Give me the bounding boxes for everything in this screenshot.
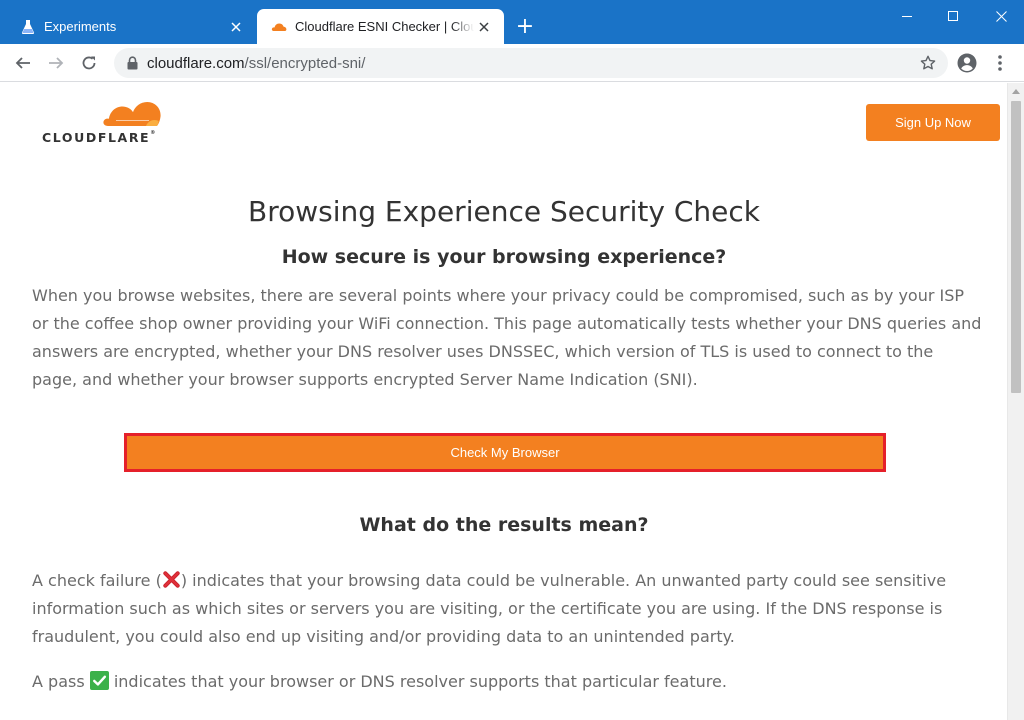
address-bar[interactable]: cloudflare.com/ssl/encrypted-sni/ <box>114 48 948 78</box>
forward-arrow-icon <box>49 57 64 69</box>
url-host: cloudflare.com <box>147 54 245 72</box>
close-window-button[interactable] <box>978 0 1024 32</box>
minimize-icon <box>902 16 912 17</box>
back-button[interactable] <box>9 49 37 77</box>
url-text: cloudflare.com/ssl/encrypted-sni/ <box>147 55 365 72</box>
tab-cloudflare-esni[interactable]: Cloudflare ESNI Checker | Cloudflare <box>257 9 504 44</box>
reload-button[interactable] <box>75 49 103 77</box>
window-titlebar: Experiments Cloudflare ESNI Checker | Cl… <box>0 0 1024 44</box>
lock-icon <box>126 56 138 70</box>
minimize-button[interactable] <box>884 0 930 32</box>
menu-button[interactable] <box>988 51 1012 75</box>
page-title: Browsing Experience Security Check <box>248 195 760 228</box>
cloudflare-cloud-icon <box>271 19 287 35</box>
tab-title: Cloudflare ESNI Checker | Cloudflare <box>295 19 474 34</box>
scrollbar-thumb[interactable] <box>1011 101 1021 393</box>
scroll-up-arrow-icon[interactable] <box>1008 83 1024 100</box>
forward-button[interactable] <box>42 49 70 77</box>
close-icon <box>995 10 1007 22</box>
new-tab-button[interactable]: + <box>512 14 538 40</box>
flask-icon <box>20 19 36 35</box>
plus-icon: + <box>515 14 535 39</box>
vertical-scrollbar[interactable] <box>1007 83 1024 720</box>
back-arrow-icon <box>15 57 30 69</box>
profile-button[interactable] <box>955 51 979 75</box>
cross-mark-icon <box>163 571 180 588</box>
maximize-icon <box>948 11 958 21</box>
maximize-button[interactable] <box>930 0 976 32</box>
more-vert-icon <box>998 55 1002 71</box>
bookmark-star-icon[interactable] <box>920 55 936 71</box>
check-my-browser-button[interactable]: Check My Browser <box>124 433 886 472</box>
results-heading: What do the results mean? <box>359 514 649 536</box>
logo-wordmark: CLOUDFLARE® <box>42 130 156 145</box>
page-viewport: CLOUDFLARE® Sign Up Now Browsing Experie… <box>0 83 1024 720</box>
intro-paragraph: When you browse websites, there are seve… <box>32 286 982 389</box>
sign-up-button[interactable]: Sign Up Now <box>866 104 1000 141</box>
url-path: /ssl/encrypted-sni/ <box>244 54 366 72</box>
failure-explanation: A check failure () indicates that your b… <box>32 571 947 646</box>
check-mark-icon <box>89 671 109 690</box>
close-tab-icon[interactable] <box>226 17 246 37</box>
reload-icon <box>82 56 96 70</box>
close-tab-icon[interactable] <box>474 17 494 37</box>
page-subtitle: How secure is your browsing experience? <box>281 246 727 268</box>
browser-toolbar: cloudflare.com/ssl/encrypted-sni/ <box>0 44 1024 82</box>
tab-title: Experiments <box>44 19 117 34</box>
tab-experiments[interactable]: Experiments <box>6 9 256 44</box>
account-circle-icon <box>957 53 977 73</box>
cloudflare-cloud-logo-icon <box>103 102 161 126</box>
pass-explanation: A pass indicates that your browser or DN… <box>32 671 727 691</box>
cloudflare-logo[interactable]: CLOUDFLARE® <box>40 101 170 149</box>
